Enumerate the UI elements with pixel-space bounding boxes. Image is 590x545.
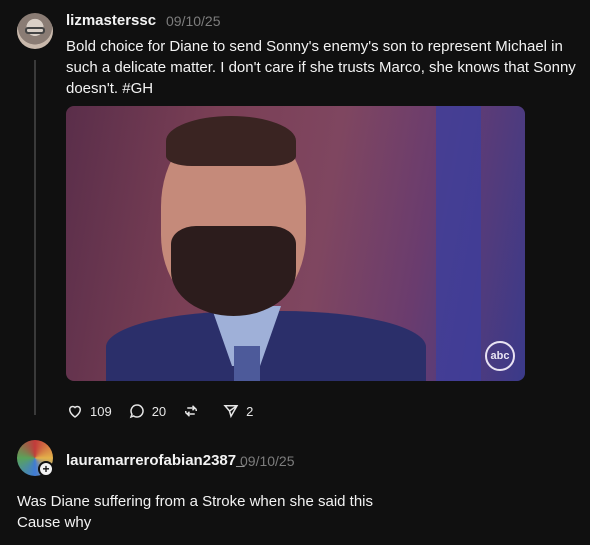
post-timestamp: 09/10/25 [166, 13, 221, 29]
reply-text: Was Diane suffering from a Stroke when s… [17, 491, 577, 533]
reply-username[interactable]: lauramarrerofabian2387_ [66, 452, 244, 469]
beard [171, 226, 296, 316]
like-button[interactable]: 109 [66, 402, 112, 420]
post-username[interactable]: lizmasterssc [66, 12, 156, 29]
thread-connector-line [34, 60, 36, 415]
background-panel [436, 106, 481, 381]
hair [166, 116, 296, 166]
reply-button[interactable]: 20 [128, 402, 166, 420]
share-button[interactable]: 2 [222, 402, 253, 420]
share-count: 2 [246, 403, 254, 419]
tie [234, 346, 260, 381]
like-count: 109 [90, 403, 112, 419]
abc-watermark: abc [485, 341, 515, 371]
reply-timestamp: 09/10/25 [240, 453, 295, 469]
repost-icon [185, 405, 198, 417]
reply-count: 20 [151, 403, 167, 419]
follow-plus-icon[interactable]: + [38, 461, 54, 477]
avatar[interactable] [17, 13, 53, 49]
post-text: Bold choice for Diane to send Sonny's en… [66, 38, 576, 97]
reply-line: Cause why [17, 514, 92, 531]
heart-icon [68, 405, 82, 418]
comment-icon [129, 404, 144, 419]
send-icon [223, 405, 239, 419]
post-image[interactable]: abc [66, 106, 525, 381]
repost-button[interactable] [182, 402, 206, 420]
post-actions: 109 20 2 [66, 401, 269, 421]
reply-line: Was Diane suffering from a Stroke when s… [17, 493, 374, 510]
